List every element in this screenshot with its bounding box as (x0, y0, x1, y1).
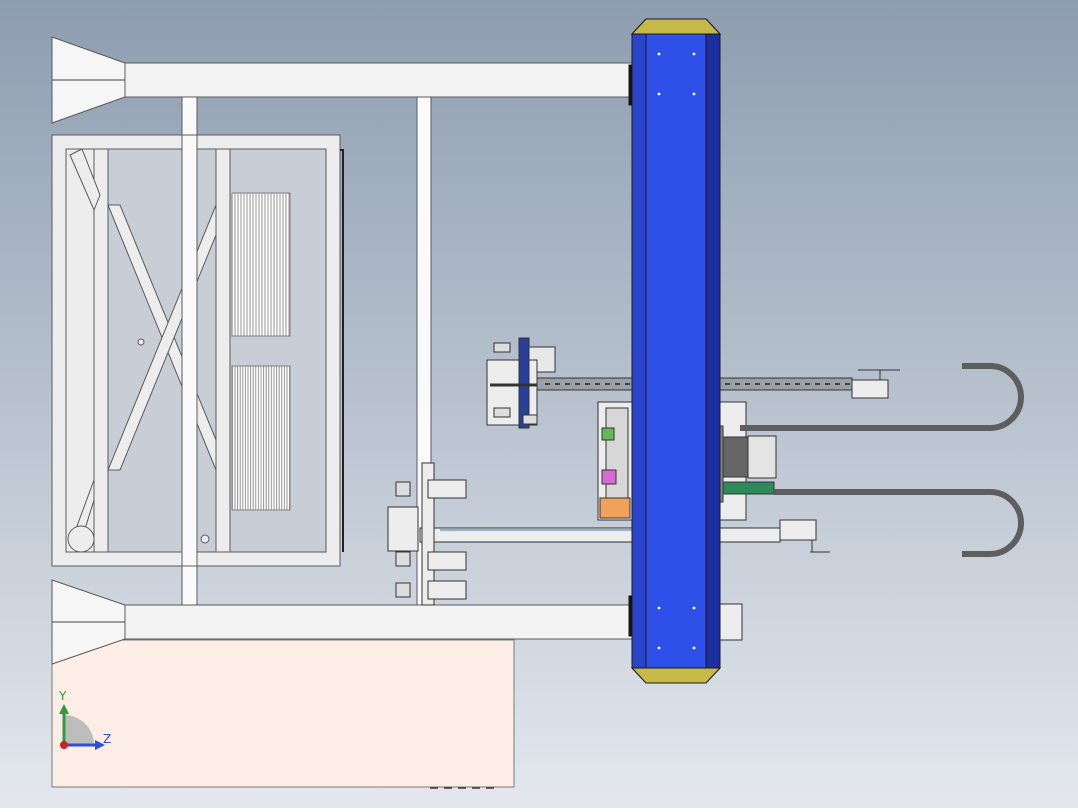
sheet-stack-upper (231, 192, 291, 337)
sheet-stack-lower (231, 365, 291, 511)
tie-bar-left-front (181, 134, 198, 567)
assembly-drawing: Y Z (0, 0, 1078, 808)
y-axis-label: Y (58, 689, 67, 703)
z-axis-label: Z (103, 732, 111, 746)
cad-viewport[interactable]: Y Z (0, 0, 1078, 808)
gantry-column (628, 18, 722, 684)
base-cabinet (51, 639, 515, 788)
material-rack-frame (51, 134, 344, 567)
